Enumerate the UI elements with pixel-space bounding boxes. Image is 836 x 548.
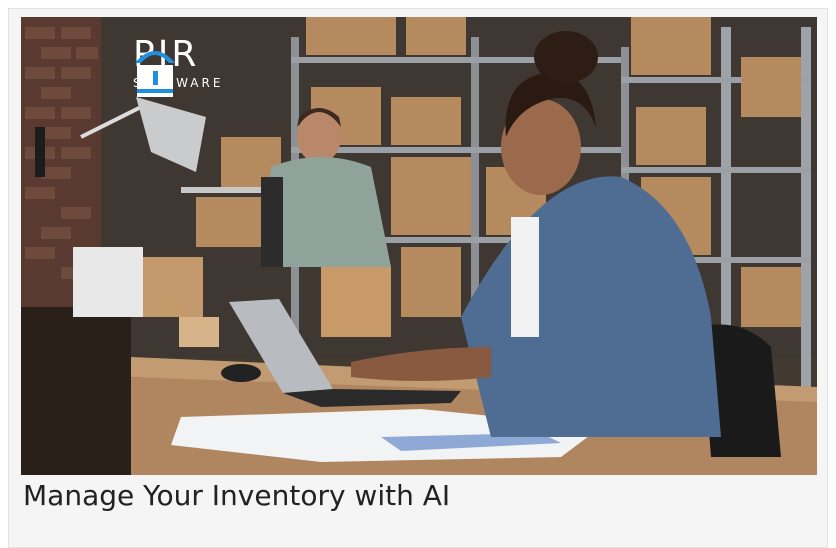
caption-text: Manage Your Inventory with AI bbox=[23, 479, 451, 512]
hero-card: PJR SOFTWARE Manage Your Inventory with … bbox=[8, 8, 828, 548]
open-box bbox=[321, 267, 391, 337]
hero-image: PJR SOFTWARE bbox=[21, 17, 817, 475]
mouse bbox=[221, 364, 261, 382]
printer bbox=[73, 247, 143, 317]
pjr-arch-logo-icon bbox=[135, 51, 175, 97]
pjr-logo: PJR SOFTWARE bbox=[133, 37, 223, 97]
